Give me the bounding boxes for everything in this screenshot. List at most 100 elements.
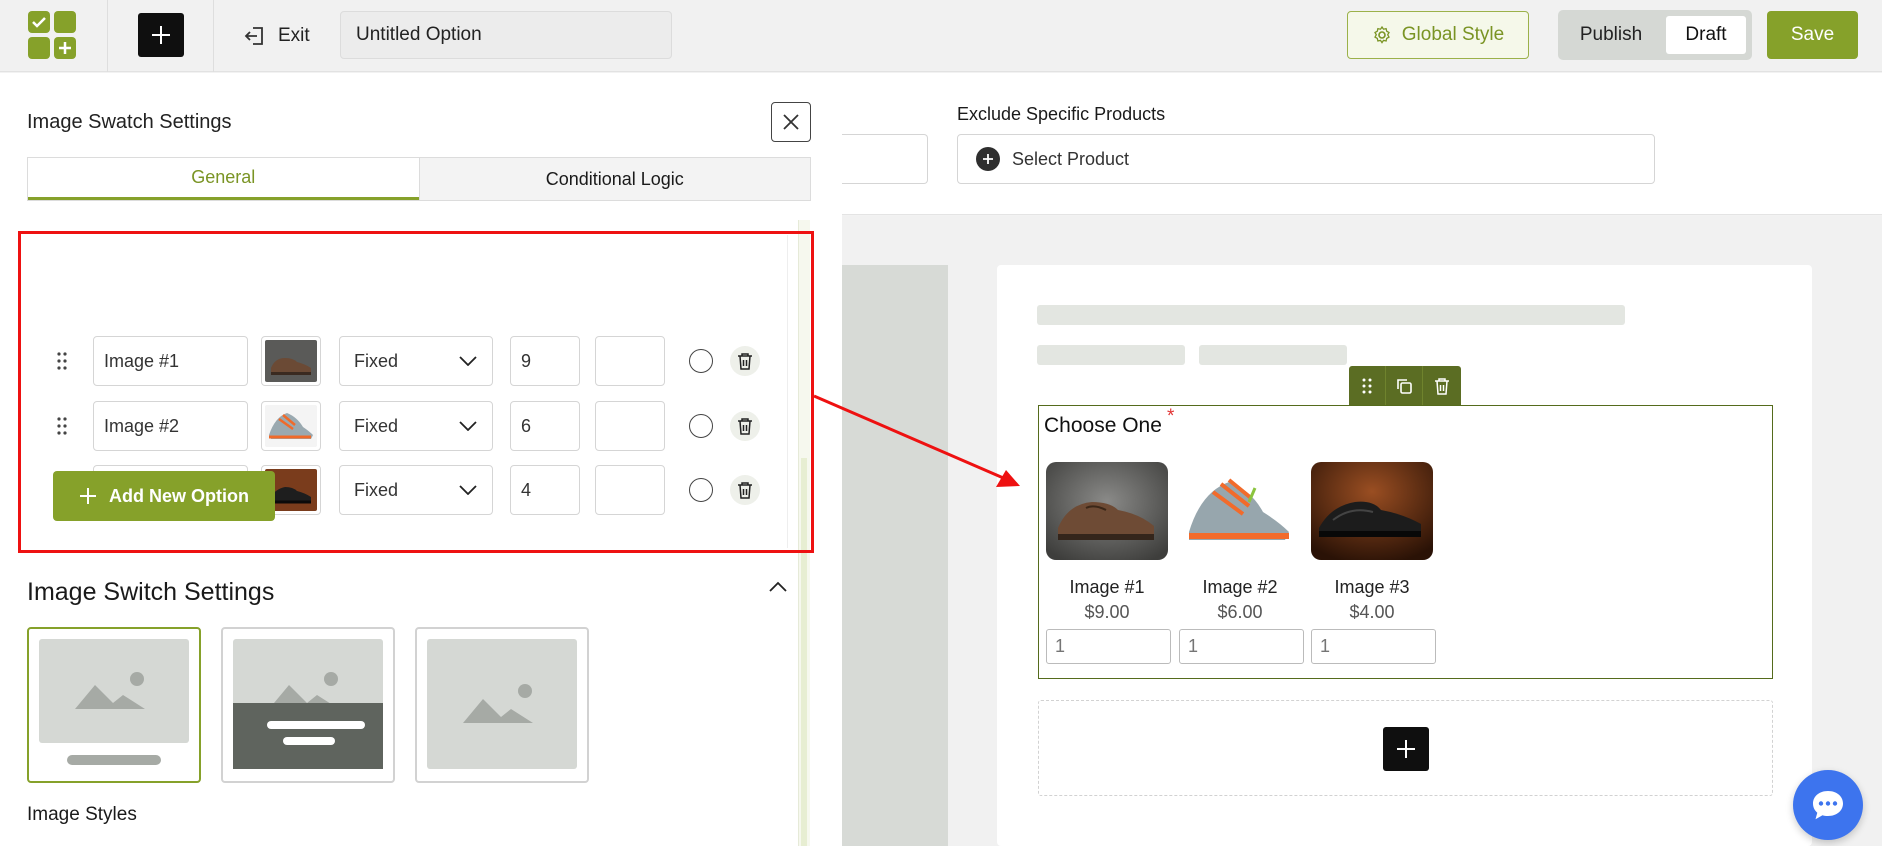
chat-icon (1813, 791, 1843, 820)
global-style-label: Global Style (1401, 24, 1505, 45)
trash-icon (738, 353, 752, 370)
exit-label: Exit (278, 25, 310, 46)
swatch-quantity-input[interactable] (1311, 629, 1436, 664)
select-product-label: Select Product (1012, 148, 1130, 169)
option-extra-input[interactable] (595, 336, 665, 386)
layout-option-caption-below[interactable] (27, 627, 201, 783)
drag-handle-icon[interactable] (57, 352, 67, 370)
option-title-input[interactable] (340, 11, 672, 59)
save-button[interactable]: Save (1767, 11, 1858, 59)
image-placeholder-icon (233, 639, 383, 769)
field-toolbar (1349, 366, 1461, 406)
default-option-radio[interactable] (689, 478, 713, 502)
drag-handle-icon (1362, 378, 1372, 394)
duplicate-field-button[interactable] (1386, 366, 1423, 406)
chevron-down-icon (459, 356, 477, 366)
gear-icon (1373, 25, 1390, 44)
swatch-quantity-input[interactable] (1179, 629, 1304, 664)
move-field-button[interactable] (1349, 366, 1386, 406)
swatch-image-leather-shoe[interactable] (1311, 462, 1433, 560)
price-type-value: Fixed (354, 479, 399, 500)
add-field-dropzone (1038, 700, 1773, 796)
publish-toggle[interactable]: Publish (1558, 10, 1664, 60)
layout-option-caption-overlay[interactable] (221, 627, 395, 783)
swatch-price: $6.00 (1217, 602, 1263, 622)
image-placeholder-icon (427, 639, 577, 769)
swatch-price: $4.00 (1349, 602, 1395, 622)
delete-field-button[interactable] (1423, 366, 1460, 406)
swatch-image-brown-shoe[interactable] (1046, 462, 1168, 560)
include-products-select[interactable] (842, 134, 928, 184)
swatch-quantity-input[interactable] (1046, 629, 1171, 664)
plus-icon (1397, 740, 1415, 758)
option-price-input[interactable] (510, 401, 580, 451)
panel-scrollbar-thumb[interactable] (801, 458, 807, 846)
app-logo (28, 11, 76, 59)
delete-option-button[interactable] (730, 346, 760, 376)
skeleton-line (1037, 305, 1625, 325)
delete-option-button[interactable] (730, 411, 760, 441)
tab-conditional-logic[interactable]: Conditional Logic (418, 158, 810, 200)
price-type-select[interactable]: Fixed (339, 336, 493, 386)
brown-shoe-thumbnail (265, 340, 317, 382)
layout-option-image-only[interactable] (415, 627, 589, 783)
option-name-input[interactable] (93, 336, 248, 386)
skeleton-line (1037, 345, 1185, 365)
swatch-name: Image #2 (1202, 577, 1278, 597)
swatch-price: $9.00 (1084, 602, 1130, 622)
add-field-button[interactable] (1383, 727, 1429, 771)
option-extra-input[interactable] (595, 401, 665, 451)
chat-support-button[interactable] (1793, 770, 1863, 840)
swatch-name: Image #1 (1069, 577, 1145, 597)
tab-general[interactable]: General (28, 158, 419, 200)
plus-icon (80, 488, 96, 504)
option-row: Fixed (27, 401, 788, 451)
swatch-image-running-shoe[interactable] (1179, 462, 1301, 560)
copy-icon (1397, 379, 1412, 394)
close-icon (783, 114, 799, 130)
trash-icon (1434, 378, 1449, 395)
running-shoe-thumbnail (265, 405, 317, 447)
option-name-input[interactable] (93, 401, 248, 451)
image-switch-settings-title: Image Switch Settings (27, 578, 275, 606)
image-styles-label: Image Styles (27, 804, 137, 825)
default-option-radio[interactable] (689, 349, 713, 373)
swatch-name: Image #3 (1334, 577, 1410, 597)
drag-handle-icon[interactable] (57, 417, 67, 435)
add-element-button[interactable] (138, 13, 184, 57)
option-extra-input[interactable] (595, 465, 665, 515)
plus-icon (152, 26, 170, 44)
exclude-products-label: Exclude Specific Products (957, 104, 1166, 124)
chevron-up-icon[interactable] (768, 581, 788, 593)
exit-button[interactable]: Exit (244, 22, 310, 50)
chevron-down-icon (459, 485, 477, 495)
chevron-down-icon (459, 421, 477, 431)
delete-option-button[interactable] (730, 475, 760, 505)
swatch-item: Image #2 $6.00 (1179, 462, 1304, 664)
divider (213, 0, 214, 72)
image-swatch-field[interactable]: Choose One * Image #1 $9.00 Image #2 $6.… (1038, 405, 1773, 679)
exit-icon (244, 27, 263, 45)
price-type-select[interactable]: Fixed (339, 465, 493, 515)
option-price-input[interactable] (510, 465, 580, 515)
price-type-value: Fixed (354, 415, 399, 436)
option-image-picker[interactable] (261, 401, 321, 451)
price-type-value: Fixed (354, 350, 399, 371)
global-style-button[interactable]: Global Style (1347, 11, 1529, 59)
add-new-option-button[interactable]: Add New Option (53, 471, 275, 521)
price-type-select[interactable]: Fixed (339, 401, 493, 451)
draft-toggle[interactable]: Draft (1666, 16, 1746, 54)
swatch-item: Image #1 $9.00 (1046, 462, 1171, 664)
exclude-products-select[interactable]: Select Product (957, 134, 1655, 184)
option-image-picker[interactable] (261, 336, 321, 386)
plus-circle-icon (976, 147, 1000, 171)
trash-icon (738, 418, 752, 435)
close-panel-button[interactable] (771, 102, 811, 142)
image-placeholder-icon (39, 639, 189, 765)
settings-tabs: General Conditional Logic (27, 157, 811, 201)
add-new-option-label: Add New Option (109, 485, 249, 506)
default-option-radio[interactable] (689, 414, 713, 438)
required-marker: * (1167, 406, 1175, 427)
option-price-input[interactable] (510, 336, 580, 386)
canvas-side-column (842, 265, 948, 846)
